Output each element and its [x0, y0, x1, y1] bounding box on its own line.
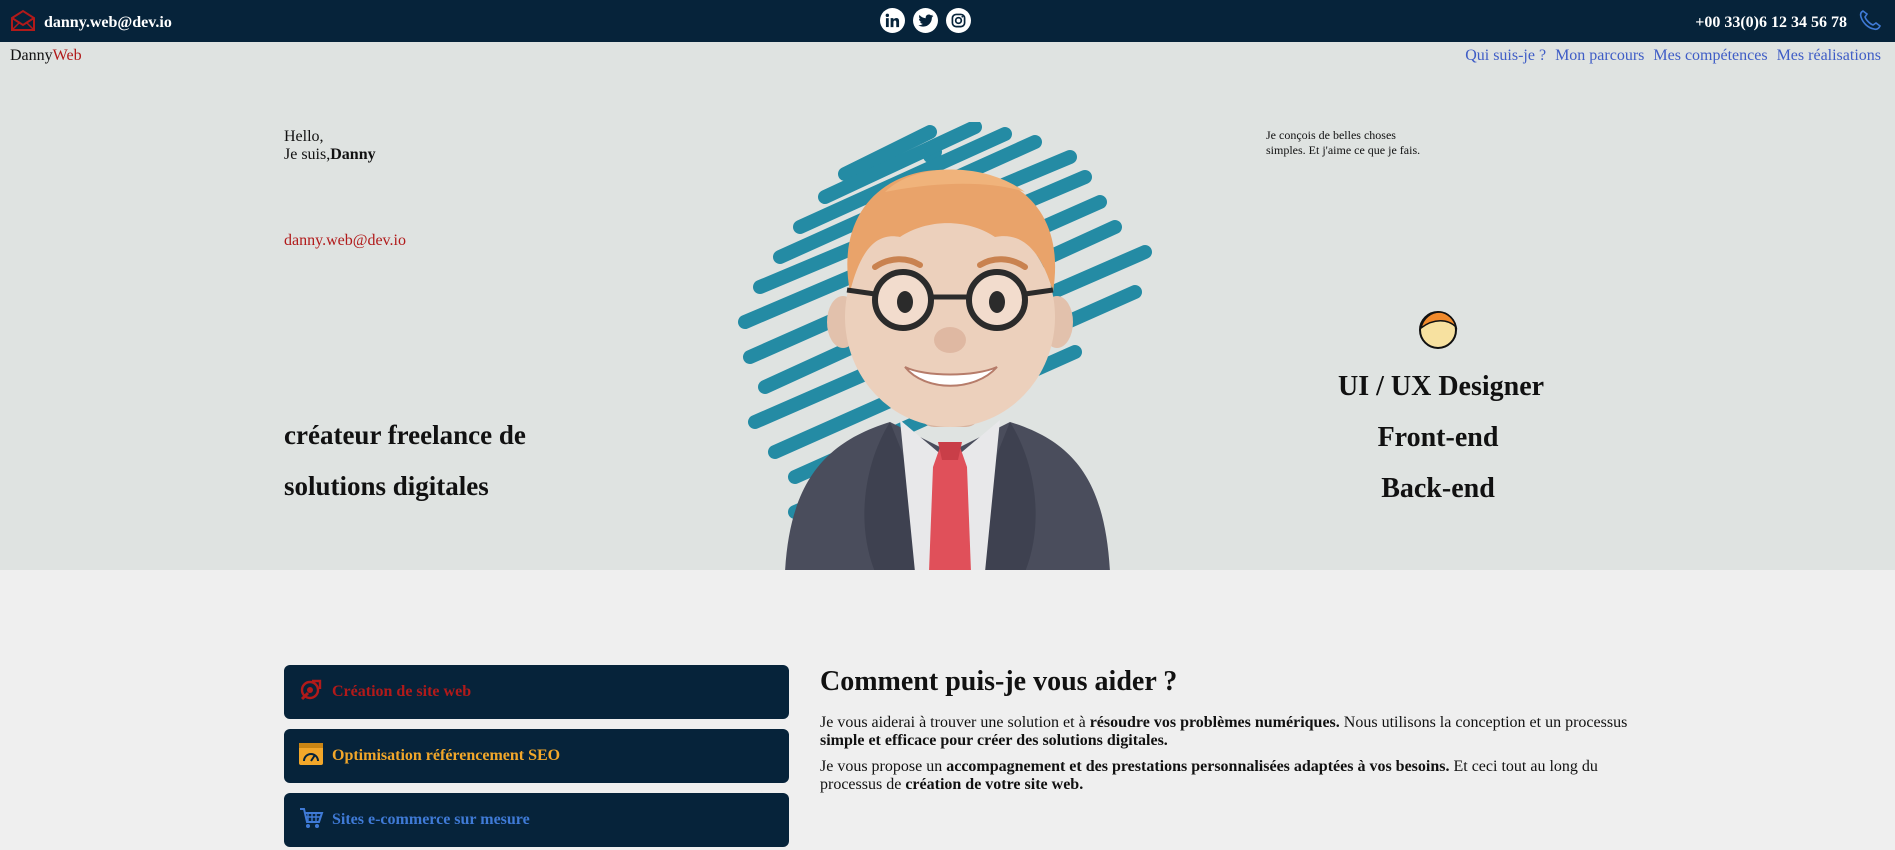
help-p2-bold-b: accompagnement et des prestations person…	[946, 758, 1450, 775]
service-item-website[interactable]: Création de site web	[284, 665, 789, 719]
avatar-illustration	[735, 120, 1165, 570]
role-back-end: Back-end	[1381, 473, 1495, 504]
seo-gauge-icon	[298, 741, 324, 772]
topbar-email[interactable]: danny.web@dev.io	[44, 14, 172, 32]
service-label-website: Création de site web	[332, 683, 472, 700]
help-paragraph-1: Je vous aiderai à trouver une solution e…	[820, 714, 1630, 750]
role-ui-ux: UI / UX Designer	[1338, 371, 1545, 402]
social-links	[880, 8, 971, 33]
services-list: Création de site web Optimisation référe…	[284, 665, 789, 850]
hero-intro-text: Je conçois de belles choses simples. Et …	[1266, 128, 1446, 158]
main-menu: Qui suis-je ? Mon parcours Mes compétenc…	[1465, 47, 1881, 65]
circle-logo-icon	[1418, 310, 1458, 355]
instagram-icon[interactable]	[946, 8, 971, 33]
intro-prefix: Je suis,	[284, 146, 331, 163]
hero-greeting: Hello, Je suis,Danny	[284, 128, 376, 164]
hero-section: Hello, Je suis,Danny danny.web@dev.io cr…	[0, 70, 1895, 570]
service-item-ecommerce[interactable]: Sites e-commerce sur mesure	[284, 793, 789, 847]
service-label-ecommerce: Sites e-commerce sur mesure	[332, 811, 530, 828]
hero-tagline: créateur freelance de solutions digitale…	[284, 410, 526, 512]
nav-link-skills[interactable]: Mes compétences	[1653, 47, 1767, 65]
shopping-cart-icon	[298, 805, 324, 836]
nav-link-career[interactable]: Mon parcours	[1555, 47, 1644, 65]
twitter-icon[interactable]	[913, 8, 938, 33]
intro-line: Je suis,Danny	[284, 146, 376, 164]
help-p1-bold-b: résoudre vos problèmes numériques.	[1089, 714, 1340, 731]
tagline-line-2: solutions digitales	[284, 471, 489, 501]
navigation-bar: DannyWeb Qui suis-je ? Mon parcours Mes …	[0, 42, 1895, 70]
help-p1-bold-d: simple et efficace pour créer des soluti…	[820, 732, 1168, 749]
intro-text-line-2: simples. Et j'aime ce que je fais.	[1266, 143, 1421, 157]
hero-name: Danny	[330, 146, 376, 163]
contact-email-block[interactable]: danny.web@dev.io	[10, 8, 172, 37]
web-design-icon	[298, 677, 324, 708]
help-p2-bold-d: création de votre site web.	[905, 776, 1084, 793]
help-title: Comment puis-je vous aider ?	[820, 666, 1178, 697]
contact-phone-block[interactable]: +00 33(0)6 12 34 56 78	[1695, 8, 1883, 37]
help-paragraph-2: Je vous propose un accompagnement et des…	[820, 758, 1630, 794]
nav-link-projects[interactable]: Mes réalisations	[1777, 47, 1881, 65]
help-p1-text-a: Je vous aiderai à trouver une solution e…	[820, 714, 1090, 731]
service-item-seo[interactable]: Optimisation référencement SEO	[284, 729, 789, 783]
tagline-line-1: créateur freelance de	[284, 420, 526, 450]
envelope-icon	[10, 8, 36, 37]
help-section: Comment puis-je vous aider ? Je vous aid…	[820, 666, 1630, 802]
intro-text-line-1: Je conçois de belles choses	[1266, 128, 1396, 142]
nav-link-about[interactable]: Qui suis-je ?	[1465, 47, 1546, 65]
help-p2-text-a: Je vous propose un	[820, 758, 947, 775]
role-front-end: Front-end	[1377, 422, 1499, 453]
phone-icon	[1857, 8, 1883, 37]
hero-email-link[interactable]: danny.web@dev.io	[284, 232, 406, 250]
brand-name-part1: Danny	[10, 47, 53, 64]
help-p1-text-c: Nous utilisons la conception et un proce…	[1339, 714, 1628, 731]
brand-logo[interactable]: DannyWeb	[10, 47, 82, 65]
service-label-seo: Optimisation référencement SEO	[332, 747, 561, 764]
topbar-phone[interactable]: +00 33(0)6 12 34 56 78	[1695, 14, 1847, 32]
top-bar: danny.web@dev.io +00 33(0)6 12 34 56 78	[0, 0, 1895, 42]
hello-text: Hello,	[284, 128, 324, 145]
linkedin-icon[interactable]	[880, 8, 905, 33]
brand-name-part2: Web	[52, 47, 82, 64]
roles-block: UI / UX Designer Front-end Back-end	[1338, 310, 1545, 514]
